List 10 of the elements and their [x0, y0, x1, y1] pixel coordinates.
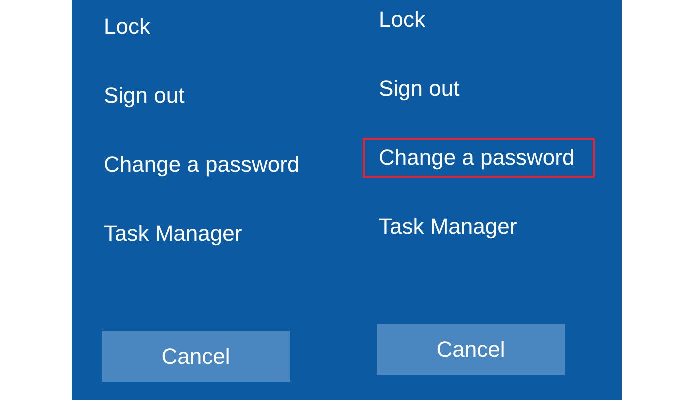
- menu-option[interactable]: Task Manager: [88, 214, 258, 254]
- menu-option[interactable]: Task Manager: [363, 207, 534, 247]
- menu-option[interactable]: Lock: [88, 7, 166, 47]
- menu-option[interactable]: Change a password: [363, 138, 595, 178]
- menu-option[interactable]: Lock: [363, 0, 442, 40]
- menu-option[interactable]: Change a password: [88, 145, 316, 185]
- menu-option[interactable]: Sign out: [363, 69, 476, 109]
- menu-option[interactable]: Sign out: [88, 76, 201, 116]
- cancel-button[interactable]: Cancel: [377, 324, 565, 375]
- cancel-button[interactable]: Cancel: [102, 331, 290, 382]
